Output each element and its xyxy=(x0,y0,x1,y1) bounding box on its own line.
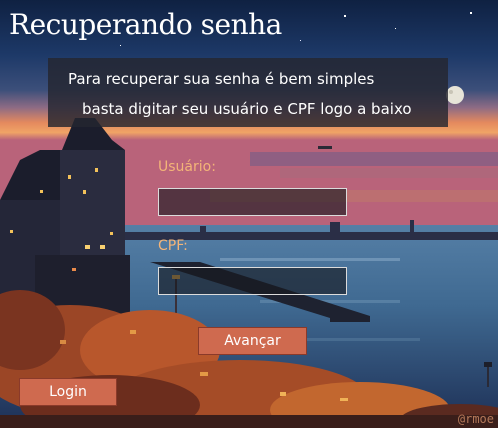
info-text-line-2: basta digitar seu usuário e CPF logo a b… xyxy=(82,100,412,118)
cpf-label: CPF: xyxy=(158,238,188,254)
username-input[interactable] xyxy=(158,188,347,216)
cpf-input[interactable] xyxy=(158,267,347,295)
artist-signature: @rmoe xyxy=(457,412,494,426)
info-text-line-1: Para recuperar sua senha é bem simples xyxy=(68,70,375,88)
login-button[interactable]: Login xyxy=(19,378,117,406)
page-title: Recuperando senha xyxy=(9,8,282,41)
next-button[interactable]: Avançar xyxy=(198,327,307,355)
info-panel: Para recuperar sua senha é bem simples b… xyxy=(48,58,448,127)
username-label: Usuário: xyxy=(158,159,216,175)
